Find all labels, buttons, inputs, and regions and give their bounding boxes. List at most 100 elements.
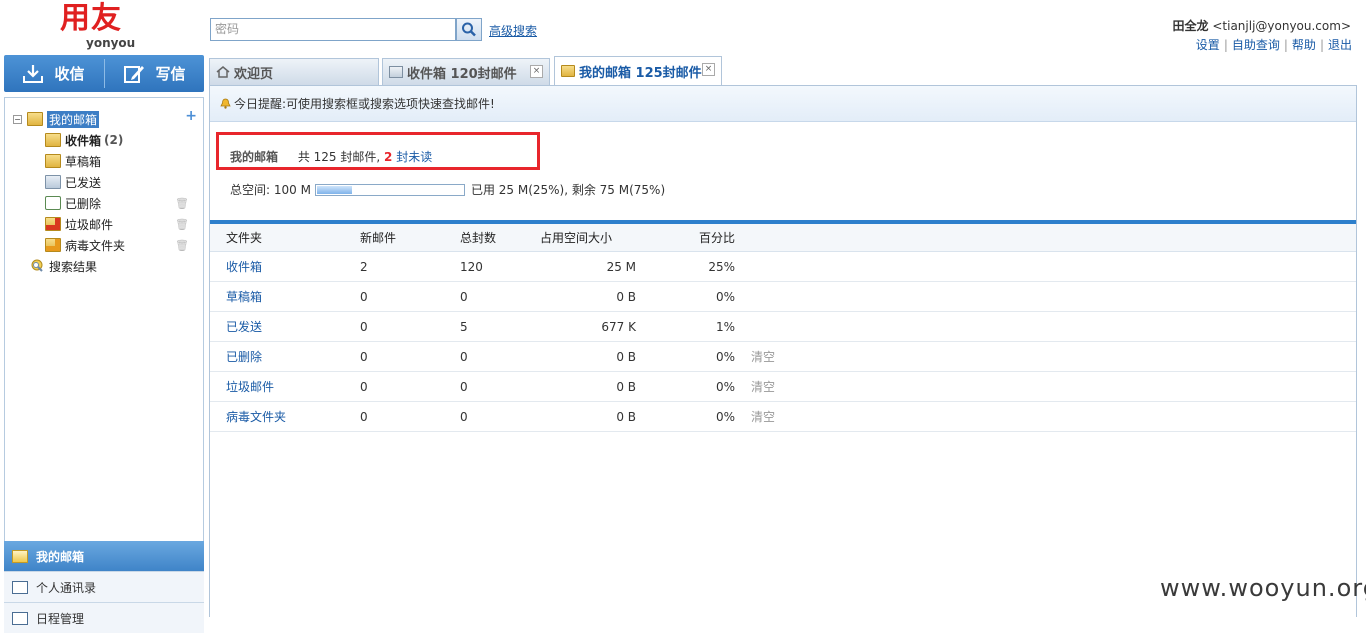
virus-folder-icon <box>45 238 61 252</box>
folder-name-link[interactable]: 病毒文件夹 <box>226 410 286 424</box>
drafts-folder-icon <box>45 154 61 168</box>
empty-folder-link[interactable]: 清空 <box>751 350 775 364</box>
tree-item-inbox[interactable]: 收件箱 (2) <box>45 131 123 149</box>
close-icon[interactable]: × <box>530 65 543 78</box>
tree-item-virus[interactable]: 病毒文件夹 🗑 <box>45 236 195 254</box>
tree-item-sent[interactable]: 已发送 <box>45 173 101 191</box>
table-cell: 清空 <box>735 401 1356 432</box>
summary-mailbox-name: 我的邮箱 <box>230 150 279 164</box>
percent-cell: 0% <box>715 379 735 394</box>
tree-item-label: 垃圾邮件 <box>65 217 114 232</box>
empty-trash-icon[interactable]: 🗑 <box>175 197 189 210</box>
table-cell: 0% <box>636 401 735 432</box>
folder-name-link[interactable]: 已删除 <box>226 350 262 364</box>
table-cell: 清空 <box>735 341 1356 372</box>
mailbox-overview-panel: 今日提醒:可使用搜索框或搜索选项快速查找邮件! 我的邮箱 共 125 封邮件, … <box>209 85 1357 617</box>
size-cell: 0 B <box>616 349 636 364</box>
folder-tree: + − 我的邮箱 收件箱 (2) 草稿箱 已发送 已删除 🗑 垃圾邮件 🗑 病毒… <box>4 97 204 618</box>
new-count-cell: 0 <box>360 349 368 364</box>
contacts-icon <box>12 580 28 594</box>
tree-root-my-mailbox[interactable]: − 我的邮箱 <box>13 110 100 128</box>
tab-inbox[interactable]: 收件箱 120封邮件 × <box>382 58 550 85</box>
self-service-link[interactable]: 自助查询 <box>1232 38 1280 52</box>
logo-sub-text: yonyou <box>86 36 136 50</box>
nav-contacts[interactable]: 个人通讯录 <box>4 571 204 602</box>
total-count-cell: 0 <box>460 349 468 364</box>
tab-my-mailbox[interactable]: 我的邮箱 125封邮件 × <box>554 56 722 85</box>
size-cell: 25 M <box>606 259 636 274</box>
folder-name-link[interactable]: 草稿箱 <box>226 290 262 304</box>
link-separator: | <box>1223 38 1228 52</box>
tree-item-deleted[interactable]: 已删除 🗑 <box>45 194 195 212</box>
table-cell: 垃圾邮件 <box>210 371 360 402</box>
table-cell: 病毒文件夹 <box>210 401 360 432</box>
table-cell: 25% <box>636 251 735 282</box>
table-cell: 0 <box>460 281 540 312</box>
daily-tip-bar: 今日提醒:可使用搜索框或搜索选项快速查找邮件! <box>210 86 1356 122</box>
tree-item-label: 草稿箱 <box>65 154 102 169</box>
home-icon <box>216 66 230 78</box>
folder-name-link[interactable]: 收件箱 <box>226 260 262 274</box>
tree-item-search-results[interactable]: 搜索结果 <box>29 257 97 275</box>
search-input[interactable] <box>211 19 455 38</box>
help-link[interactable]: 帮助 <box>1292 38 1316 52</box>
table-row: 草稿箱 0 0 0 B 0% <box>210 281 1356 312</box>
table-cell: 0% <box>636 341 735 372</box>
search-icon <box>462 22 476 37</box>
empty-folder-link[interactable]: 清空 <box>751 410 775 424</box>
percent-cell: 0% <box>715 409 735 424</box>
mailbox-icon <box>12 549 28 563</box>
table-cell: 清空 <box>735 371 1356 402</box>
logout-link[interactable]: 退出 <box>1328 38 1352 52</box>
spam-folder-icon <box>45 217 61 231</box>
storage-progress-bar <box>314 183 465 196</box>
compose-mail-button[interactable]: 写信 <box>105 55 204 92</box>
settings-link[interactable]: 设置 <box>1196 38 1220 52</box>
inbox-folder-icon <box>45 133 61 147</box>
size-cell: 0 B <box>616 409 636 424</box>
table-cell: 0 <box>360 341 460 372</box>
nav-my-mailbox[interactable]: 我的邮箱 <box>4 541 204 571</box>
watermark: www.wooyun.org <box>1160 574 1366 602</box>
compose-label: 写信 <box>155 65 186 83</box>
folder-name-link[interactable]: 垃圾邮件 <box>226 380 274 394</box>
table-cell: 收件箱 <box>210 251 360 282</box>
bell-icon <box>220 98 231 109</box>
tab-welcome[interactable]: 欢迎页 <box>209 58 379 85</box>
summary-unread-label[interactable]: 封未读 <box>396 150 432 164</box>
nav-label: 我的邮箱 <box>36 549 85 564</box>
empty-folder-link[interactable]: 清空 <box>751 380 775 394</box>
receive-mail-button[interactable]: 收信 <box>4 55 103 92</box>
folder-name-link[interactable]: 已发送 <box>226 320 262 334</box>
empty-virus-icon[interactable]: 🗑 <box>175 239 189 252</box>
tab-label: 欢迎页 <box>234 66 274 82</box>
table-cell: 120 <box>460 251 540 282</box>
tree-item-label: 已发送 <box>65 175 102 190</box>
close-icon[interactable]: × <box>702 63 715 76</box>
advanced-search-link[interactable]: 高级搜索 <box>489 22 537 39</box>
table-cell: 5 <box>460 311 540 342</box>
new-count-cell: 0 <box>360 319 368 334</box>
sent-folder-icon <box>45 175 61 189</box>
table-cell <box>735 281 1356 312</box>
daily-tip-text: 今日提醒:可使用搜索框或搜索选项快速查找邮件! <box>234 97 495 111</box>
tree-item-drafts[interactable]: 草稿箱 <box>45 152 101 170</box>
search-results-icon <box>31 259 43 272</box>
table-cell: 0 <box>360 401 460 432</box>
calendar-icon <box>12 611 28 625</box>
empty-spam-icon[interactable]: 🗑 <box>175 218 189 231</box>
user-links: 设置 | 自助查询 | 帮助 | 退出 <box>1196 36 1352 53</box>
user-info: 田全龙 <tianjlj@yonyou.com> <box>1173 17 1352 34</box>
add-folder-icon[interactable]: + <box>185 108 197 124</box>
table-cell: 2 <box>360 251 460 282</box>
tree-item-spam[interactable]: 垃圾邮件 🗑 <box>45 215 195 233</box>
table-row: 已发送 0 5 677 K 1% <box>210 311 1356 342</box>
nav-schedule[interactable]: 日程管理 <box>4 602 204 633</box>
table-cell: 0 B <box>540 371 636 402</box>
collapse-icon[interactable]: − <box>13 114 22 124</box>
search-button[interactable] <box>456 18 482 41</box>
table-cell: 已发送 <box>210 311 360 342</box>
nav-label: 日程管理 <box>36 611 85 626</box>
folder-stats-table: 文件夹 新邮件 总封数 占用空间大小 百分比 收件箱 2 120 25 M 25% 草稿箱… <box>210 224 1356 432</box>
summary-total: 共 125 封邮件, <box>297 150 381 164</box>
